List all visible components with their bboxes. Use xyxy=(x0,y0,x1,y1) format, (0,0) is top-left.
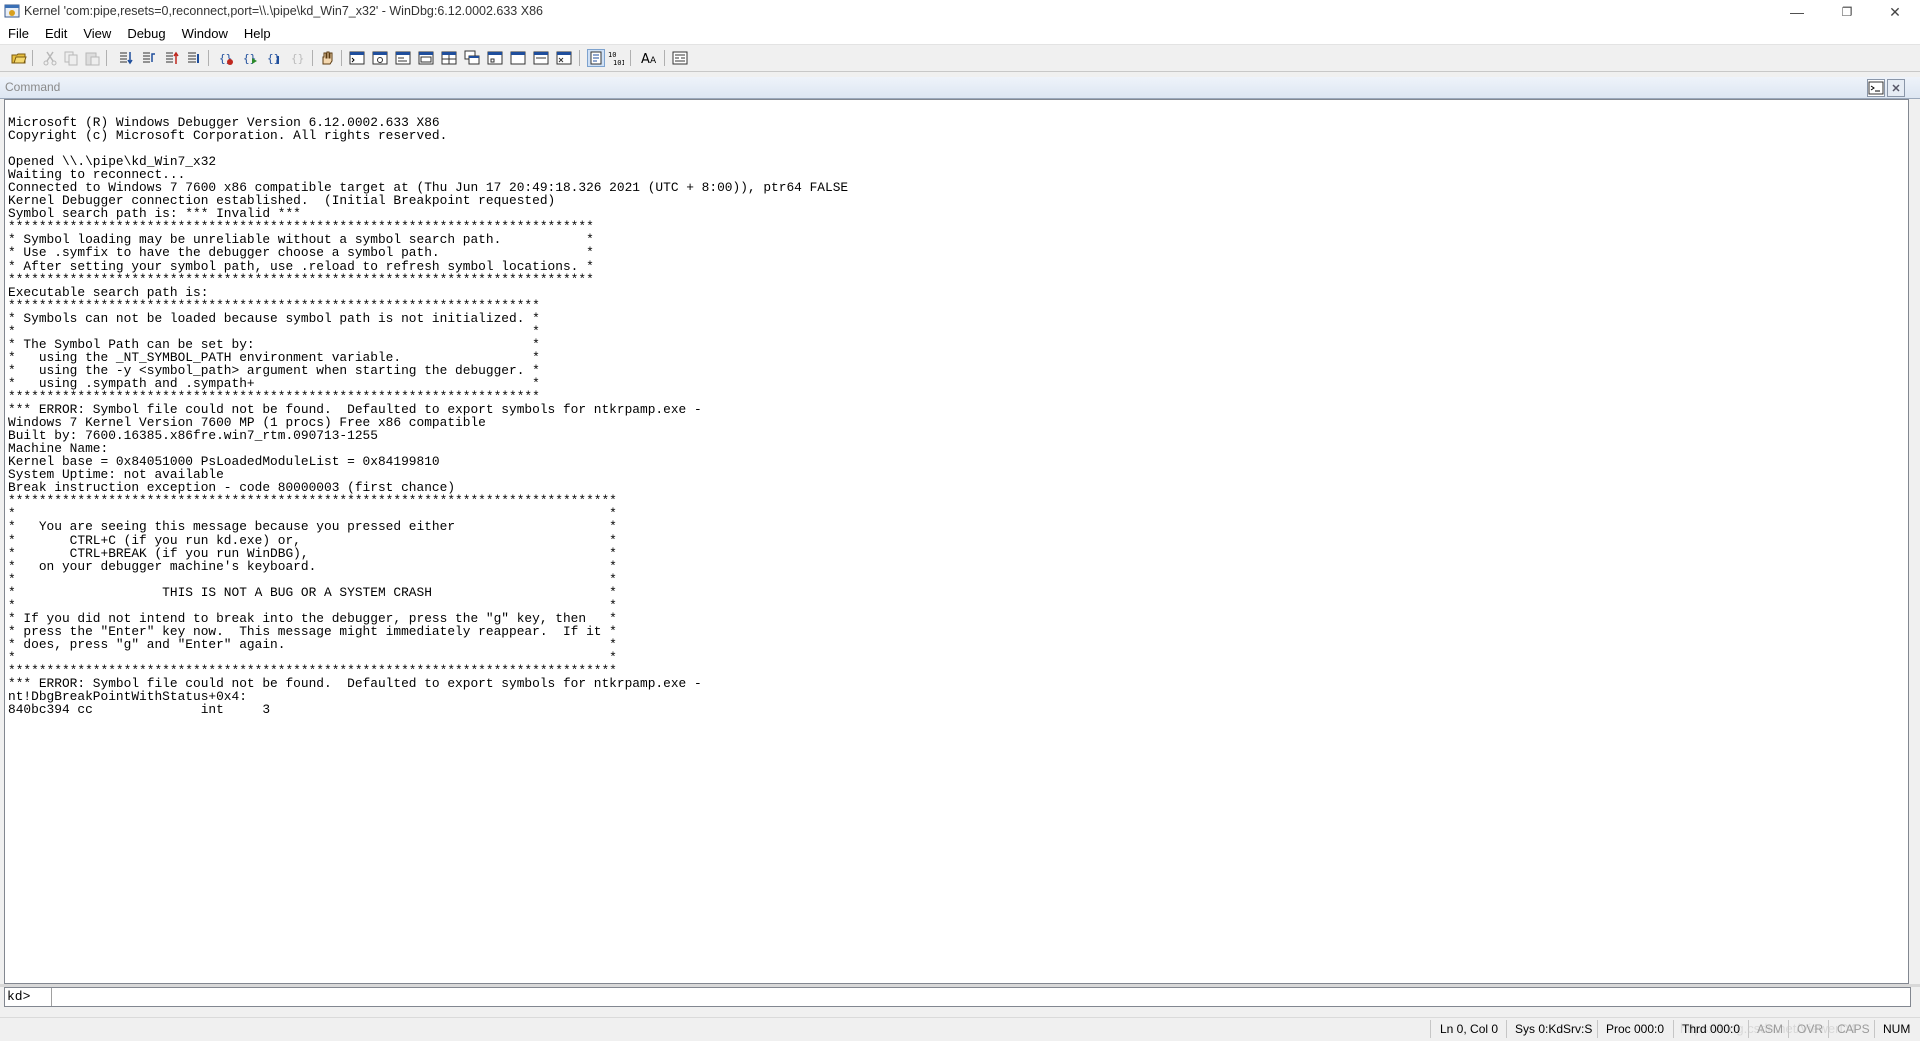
toolbar-separator xyxy=(579,50,580,66)
processes-threads-icon[interactable] xyxy=(533,50,549,66)
status-divider xyxy=(1828,1020,1829,1038)
cut-icon[interactable] xyxy=(42,50,58,66)
status-bar: https://blog.csdn.net/ViewerD4 Ln 0, Col… xyxy=(0,1017,1920,1041)
menu-file[interactable]: File xyxy=(0,24,37,44)
break-icon[interactable]: {} xyxy=(266,50,282,66)
svg-text:{}: {} xyxy=(243,52,256,65)
status-divider xyxy=(1874,1020,1875,1038)
status-ovr: OVR xyxy=(1797,1022,1824,1036)
toolbar: {} {} {} {} 10 101 A A xyxy=(0,44,1920,72)
status-divider xyxy=(1506,1020,1507,1038)
font-icon[interactable]: AA xyxy=(641,50,659,66)
status-divider xyxy=(1673,1020,1674,1038)
close-button[interactable]: ✕ xyxy=(1872,0,1918,24)
status-divider xyxy=(1788,1020,1789,1038)
kd-prompt: kd> xyxy=(7,989,31,1004)
status-num: NUM xyxy=(1883,1022,1911,1036)
step-over-icon[interactable] xyxy=(141,50,157,66)
command-window-header: Command xyxy=(0,77,1920,99)
toolbar-separator xyxy=(630,50,631,66)
copy-icon[interactable] xyxy=(63,50,79,66)
hand-icon[interactable] xyxy=(319,50,335,66)
restore-button[interactable]: ❐ xyxy=(1824,0,1870,24)
toolbar-separator xyxy=(32,50,33,66)
svg-text:A: A xyxy=(641,52,650,66)
menu-help[interactable]: Help xyxy=(236,24,279,44)
svg-text:101: 101 xyxy=(613,59,624,66)
toolbar-separator xyxy=(664,50,665,66)
source-mode-icon[interactable] xyxy=(587,49,605,67)
run-to-cursor-icon[interactable] xyxy=(186,50,202,66)
options-icon[interactable] xyxy=(672,50,688,66)
menu-window[interactable]: Window xyxy=(174,24,236,44)
restart-icon[interactable]: {} xyxy=(290,50,306,66)
command-input[interactable] xyxy=(55,988,1905,1006)
command-window-mode-icon[interactable] xyxy=(1867,79,1885,97)
command-output-area[interactable]: Microsoft (R) Windows Debugger Version 6… xyxy=(4,99,1909,984)
toolbar-separator xyxy=(208,50,209,66)
status-sys: Sys 0:KdSrv:S xyxy=(1515,1022,1593,1036)
menu-debug[interactable]: Debug xyxy=(119,24,173,44)
status-caps: CAPS xyxy=(1837,1022,1870,1036)
status-asm: ASM xyxy=(1757,1022,1784,1036)
svg-text:{}: {} xyxy=(291,52,304,65)
svg-text:A: A xyxy=(650,56,657,66)
minimize-button[interactable]: — xyxy=(1774,0,1820,24)
windbg-app-icon xyxy=(4,4,20,18)
toolbar-separator xyxy=(106,50,107,66)
locals-window-icon[interactable] xyxy=(395,50,411,66)
registers-window-icon[interactable] xyxy=(418,50,434,66)
title-bar: Kernel 'com:pipe,resets=0,reconnect,port… xyxy=(0,0,1920,24)
command-output-text: Microsoft (R) Windows Debugger Version 6… xyxy=(8,115,849,718)
toggle-breakpoint-icon[interactable]: {} xyxy=(218,50,234,66)
toolbar-separator xyxy=(312,50,313,66)
status-divider xyxy=(1430,1020,1431,1038)
command-input-row: kd> xyxy=(4,987,1911,1007)
disassembly-icon[interactable] xyxy=(487,50,503,66)
call-stack-icon[interactable] xyxy=(464,50,480,66)
prompt-divider xyxy=(51,988,52,1006)
go-icon[interactable]: {} xyxy=(242,50,258,66)
command-window-close-icon[interactable] xyxy=(1887,79,1905,97)
command-window-title: Command xyxy=(5,80,61,94)
window-title: Kernel 'com:pipe,resets=0,reconnect,port… xyxy=(24,4,543,18)
status-divider xyxy=(1748,1020,1749,1038)
menu-edit[interactable]: Edit xyxy=(37,24,75,44)
open-icon[interactable] xyxy=(11,50,27,66)
toolbar-extra-window-icon[interactable] xyxy=(556,50,572,66)
status-thrd: Thrd 000:0 xyxy=(1682,1022,1741,1036)
svg-text:10: 10 xyxy=(608,51,616,59)
status-divider xyxy=(1597,1020,1598,1038)
memory-window-icon[interactable] xyxy=(441,50,457,66)
status-ln-col: Ln 0, Col 0 xyxy=(1440,1022,1499,1036)
menu-bar: File Edit View Debug Window Help xyxy=(0,24,1920,44)
paste-icon[interactable] xyxy=(84,50,100,66)
step-into-icon[interactable] xyxy=(118,50,134,66)
hex-mode-icon[interactable]: 10 101 xyxy=(608,50,624,66)
status-proc: Proc 000:0 xyxy=(1606,1022,1665,1036)
toolbar-separator xyxy=(341,50,342,66)
menu-view[interactable]: View xyxy=(75,24,119,44)
scratch-pad-icon[interactable] xyxy=(510,50,526,66)
step-out-icon[interactable] xyxy=(164,50,180,66)
command-window-icon[interactable] xyxy=(349,50,365,66)
watch-window-icon[interactable] xyxy=(372,50,388,66)
